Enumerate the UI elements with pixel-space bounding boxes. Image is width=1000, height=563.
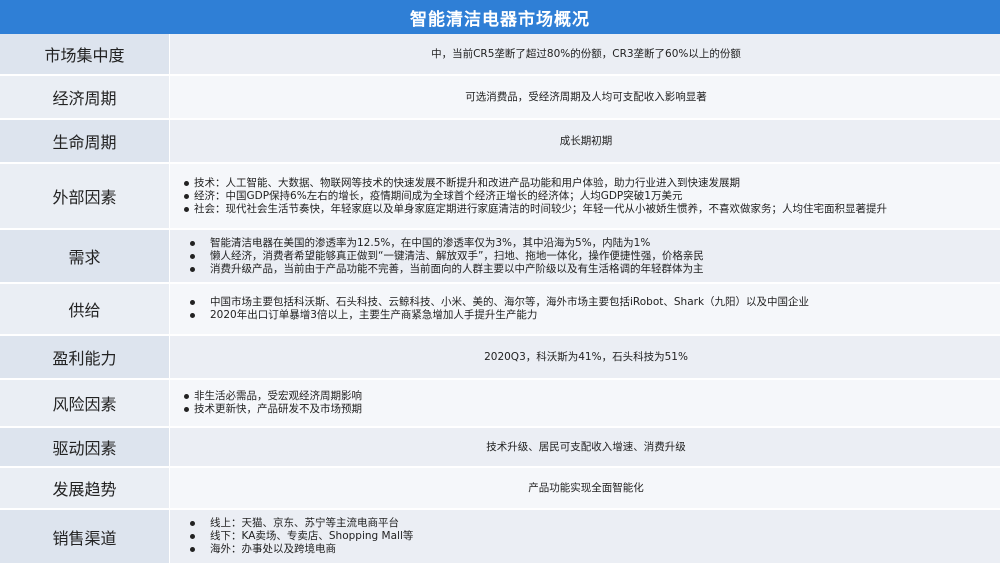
row-label: 销售渠道 (0, 510, 170, 563)
row-content: 技术：人工智能、大数据、物联网等技术的快速发展不断提升和改进产品功能和用户体验，… (170, 164, 1000, 228)
row-text: 技术升级、居民可支配收入增速、消费升级 (486, 440, 686, 453)
table-row-profitability: 盈利能力 2020Q3，科沃斯为41%，石头科技为51% (0, 336, 1000, 378)
row-content: 2020Q3，科沃斯为41%，石头科技为51% (170, 336, 1000, 378)
list-item: 海外：办事处以及跨境电商 (182, 543, 990, 556)
table-row-driving-factors: 驱动因素 技术升级、居民可支配收入增速、消费升级 (0, 428, 1000, 466)
row-content: 技术升级、居民可支配收入增速、消费升级 (170, 428, 1000, 466)
row-label: 发展趋势 (0, 468, 170, 508)
row-label: 市场集中度 (0, 34, 170, 74)
table-row-development-trend: 发展趋势 产品功能实现全面智能化 (0, 468, 1000, 508)
row-label: 外部因素 (0, 164, 170, 228)
table-row-life-cycle: 生命周期 成长期初期 (0, 120, 1000, 162)
row-content: 非生活必需品，受宏观经济周期影响 技术更新快，产品研发不及市场预期 (170, 380, 1000, 426)
market-overview-table: 智能清洁电器市场概况 市场集中度 中，当前CR5垄断了超过80%的份额，CR3垄… (0, 0, 1000, 563)
list-item: 懒人经济，消费者希望能够真正做到“一键清洁、解放双手”，扫地、拖地一体化，操作便… (182, 250, 990, 263)
row-label: 经济周期 (0, 76, 170, 118)
list-item: 线下：KA卖场、专卖店、Shopping Mall等 (182, 530, 990, 543)
row-content: 线上：天猫、京东、苏宁等主流电商平台 线下：KA卖场、专卖店、Shopping … (170, 510, 1000, 563)
table-row-supply: 供给 中国市场主要包括科沃斯、石头科技、云鲸科技、小米、美的、海尔等，海外市场主… (0, 284, 1000, 334)
row-label: 盈利能力 (0, 336, 170, 378)
list-item: 非生活必需品，受宏观经济周期影响 (182, 390, 990, 403)
row-content: 中国市场主要包括科沃斯、石头科技、云鲸科技、小米、美的、海尔等，海外市场主要包括… (170, 284, 1000, 334)
row-content: 中，当前CR5垄断了超过80%的份额，CR3垄断了60%以上的份额 (170, 34, 1000, 74)
row-text: 产品功能实现全面智能化 (528, 481, 644, 494)
table-title-bar: 智能清洁电器市场概况 (0, 0, 1000, 34)
table-title: 智能清洁电器市场概况 (410, 9, 590, 30)
table-row-external-factors: 外部因素 技术：人工智能、大数据、物联网等技术的快速发展不断提升和改进产品功能和… (0, 164, 1000, 228)
row-label: 风险因素 (0, 380, 170, 426)
list-item: 经济：中国GDP保持6%左右的增长，疫情期间成为全球首个经济正增长的经济体；人均… (182, 190, 990, 203)
list-item: 技术更新快，产品研发不及市场预期 (182, 403, 990, 416)
list-item: 中国市场主要包括科沃斯、石头科技、云鲸科技、小米、美的、海尔等，海外市场主要包括… (182, 296, 990, 309)
table-row-sales-channels: 销售渠道 线上：天猫、京东、苏宁等主流电商平台 线下：KA卖场、专卖店、Shop… (0, 510, 1000, 563)
row-label: 驱动因素 (0, 428, 170, 466)
list-item: 消费升级产品，当前由于产品功能不完善，当前面向的人群主要以中产阶级以及有生活格调… (182, 263, 990, 276)
row-text: 可选消费品，受经济周期及人均可支配收入影响显著 (465, 90, 707, 103)
list-item: 2020年出口订单暴增3倍以上，主要生产商紧急增加人手提升生产能力 (182, 309, 990, 322)
bullet-list: 线上：天猫、京东、苏宁等主流电商平台 线下：KA卖场、专卖店、Shopping … (182, 517, 990, 556)
row-content: 产品功能实现全面智能化 (170, 468, 1000, 508)
bullet-list: 非生活必需品，受宏观经济周期影响 技术更新快，产品研发不及市场预期 (182, 390, 990, 416)
row-content: 成长期初期 (170, 120, 1000, 162)
row-text: 2020Q3，科沃斯为41%，石头科技为51% (484, 350, 688, 363)
bullet-list: 智能清洁电器在美国的渗透率为12.5%，在中国的渗透率仅为3%，其中沿海为5%，… (182, 237, 990, 276)
table-row-market-concentration: 市场集中度 中，当前CR5垄断了超过80%的份额，CR3垄断了60%以上的份额 (0, 34, 1000, 74)
row-label: 生命周期 (0, 120, 170, 162)
list-item: 社会：现代社会生活节奏快，年轻家庭以及单身家庭定期进行家庭清洁的时间较少；年轻一… (182, 203, 990, 216)
row-label: 供给 (0, 284, 170, 334)
row-content: 智能清洁电器在美国的渗透率为12.5%，在中国的渗透率仅为3%，其中沿海为5%，… (170, 230, 1000, 282)
row-text: 中，当前CR5垄断了超过80%的份额，CR3垄断了60%以上的份额 (431, 47, 741, 60)
list-item: 智能清洁电器在美国的渗透率为12.5%，在中国的渗透率仅为3%，其中沿海为5%，… (182, 237, 990, 250)
row-content: 可选消费品，受经济周期及人均可支配收入影响显著 (170, 76, 1000, 118)
row-text: 成长期初期 (559, 134, 613, 147)
table-row-demand: 需求 智能清洁电器在美国的渗透率为12.5%，在中国的渗透率仅为3%，其中沿海为… (0, 230, 1000, 282)
list-item: 线上：天猫、京东、苏宁等主流电商平台 (182, 517, 990, 530)
bullet-list: 技术：人工智能、大数据、物联网等技术的快速发展不断提升和改进产品功能和用户体验，… (182, 177, 990, 216)
table-row-risk-factors: 风险因素 非生活必需品，受宏观经济周期影响 技术更新快，产品研发不及市场预期 (0, 380, 1000, 426)
list-item: 技术：人工智能、大数据、物联网等技术的快速发展不断提升和改进产品功能和用户体验，… (182, 177, 990, 190)
table-row-economic-cycle: 经济周期 可选消费品，受经济周期及人均可支配收入影响显著 (0, 76, 1000, 118)
row-label: 需求 (0, 230, 170, 282)
bullet-list: 中国市场主要包括科沃斯、石头科技、云鲸科技、小米、美的、海尔等，海外市场主要包括… (182, 296, 990, 322)
